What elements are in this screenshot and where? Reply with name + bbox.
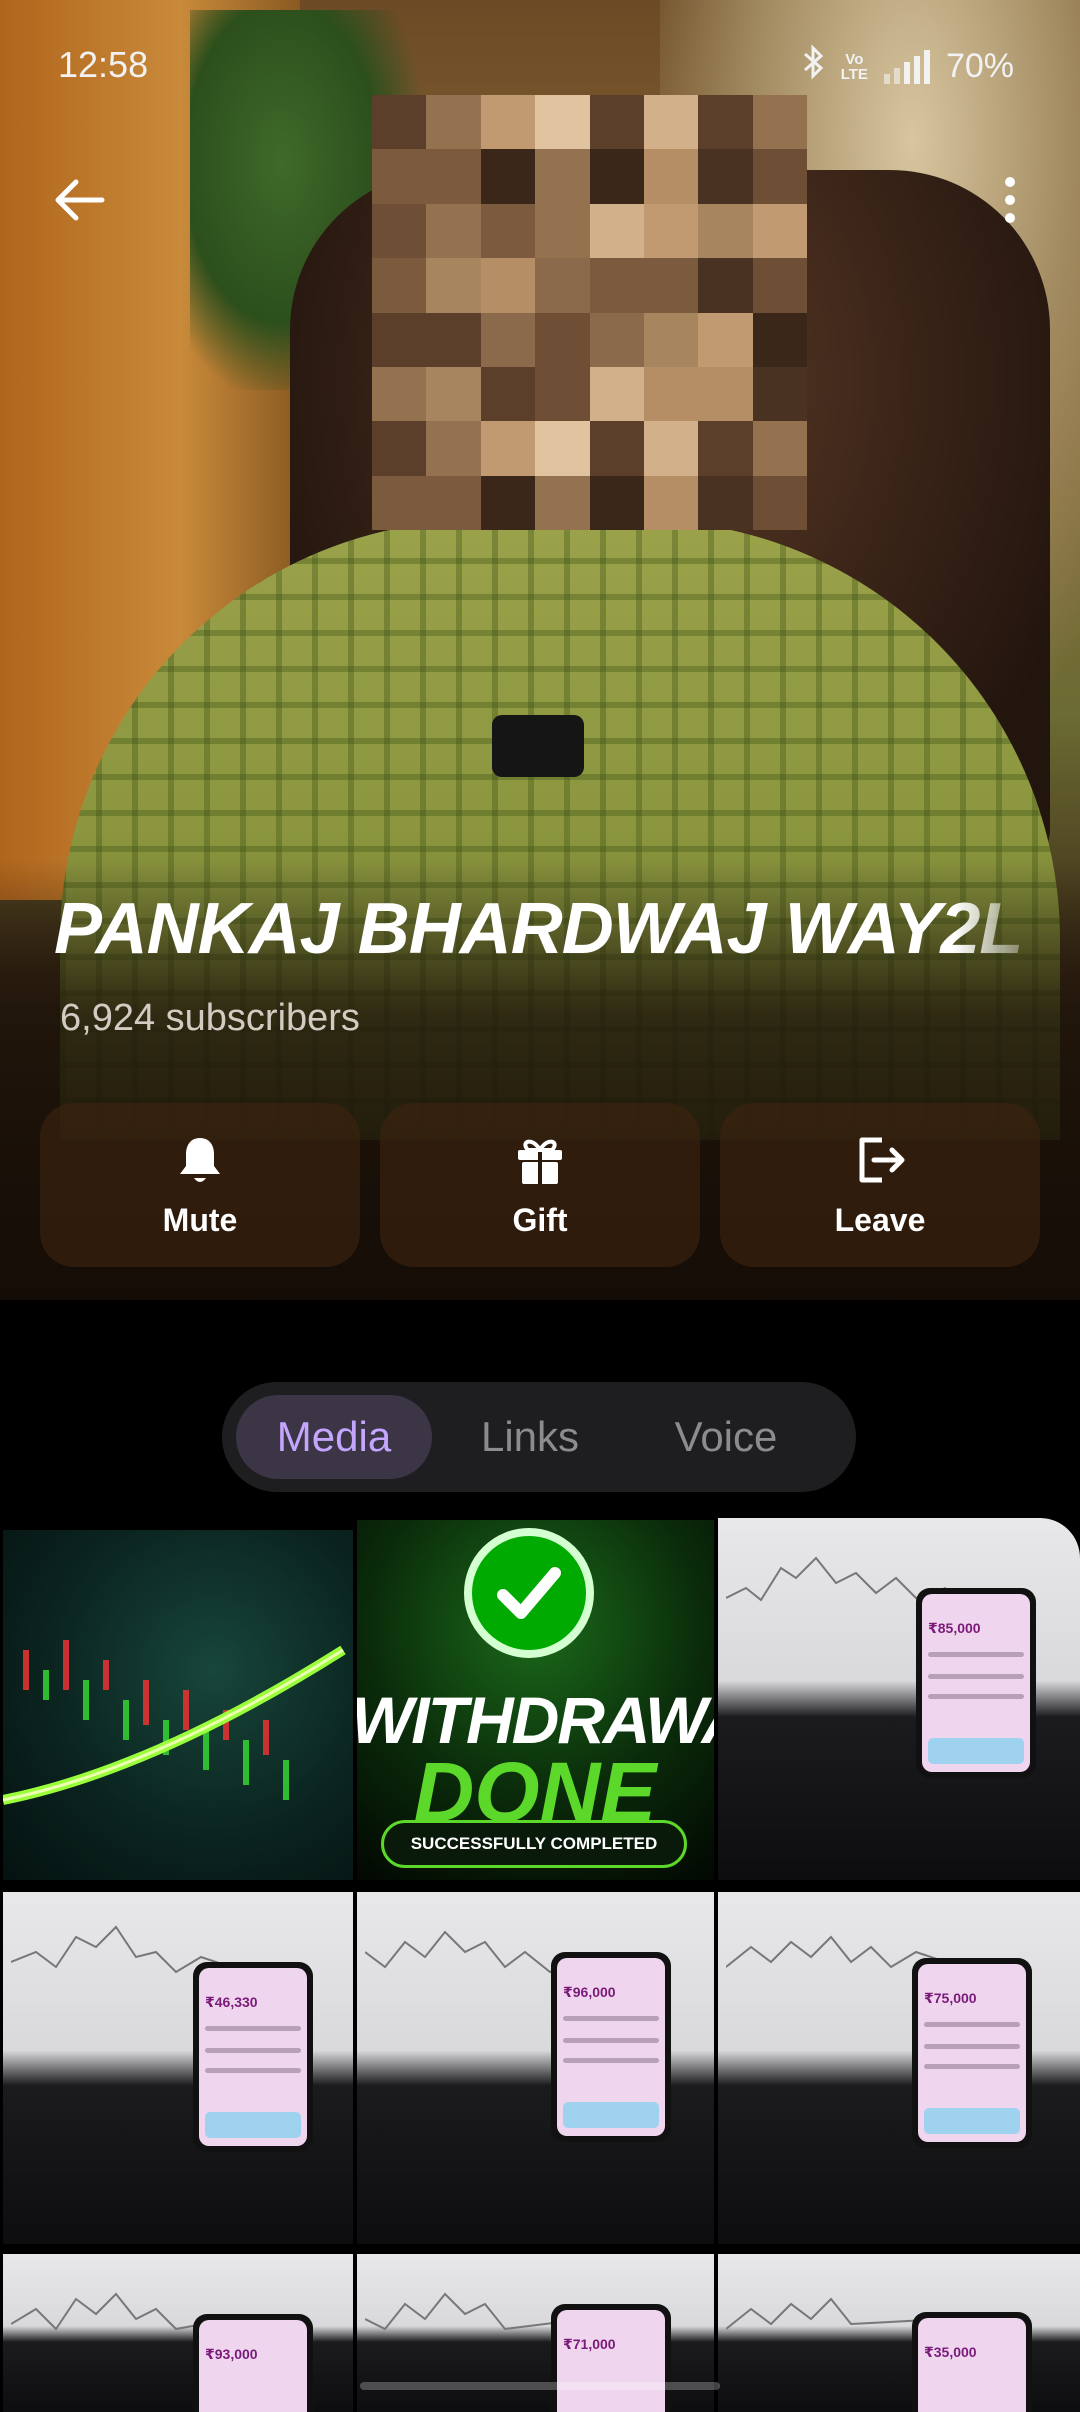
gift-icon [518, 1139, 562, 1184]
scroll-indicator [360, 2382, 720, 2390]
pixelated-face [372, 95, 807, 530]
leave-label: Leave [834, 1201, 926, 1238]
tab-media[interactable]: Media [236, 1395, 432, 1479]
media-thumbnail-chart[interactable] [3, 1530, 353, 1880]
status-icons: Vo LTE 70% [803, 44, 1014, 89]
tab-links[interactable]: Links [432, 1395, 628, 1479]
bell-icon [180, 1137, 220, 1182]
mute-button[interactable]: Mute [40, 1103, 360, 1267]
more-options-button[interactable] [1000, 170, 1050, 240]
arrow-left-icon [55, 179, 105, 221]
action-buttons: Mute Gift Leave [40, 1103, 1040, 1267]
signal-icon [883, 49, 930, 84]
gift-button[interactable]: Gift [380, 1103, 700, 1267]
tab-voice[interactable]: Voice [628, 1395, 824, 1479]
media-thumbnail-withdrawal[interactable]: WITHDRAWAL DONE SUCCESSFULLY COMPLETED [357, 1520, 714, 1880]
leave-button[interactable]: Leave [720, 1103, 1040, 1267]
media-thumbnail-screenshot[interactable]: ₹46,330 [3, 1892, 353, 2244]
bluetooth-icon [803, 44, 825, 89]
lapel-mic [492, 715, 584, 777]
more-vertical-icon [1005, 177, 1015, 223]
subscriber-count: 6,924 subscribers [60, 997, 360, 1039]
media-thumbnail-screenshot[interactable]: ₹75,000 [718, 1892, 1080, 2244]
status-bar: 12:58 Vo LTE 70% [0, 44, 1080, 94]
media-thumbnail-screenshot[interactable]: ₹35,000 [718, 2254, 1080, 2412]
stock-chart-image [3, 1640, 346, 1805]
back-button[interactable] [50, 170, 120, 240]
completed-banner: SUCCESSFULLY COMPLETED [381, 1820, 687, 1868]
status-time: 12:58 [58, 44, 149, 85]
battery-text: 70% [945, 47, 1014, 85]
media-thumbnail-screenshot[interactable]: ₹96,000 [357, 1892, 714, 2244]
leave-icon [859, 1137, 905, 1182]
channel-name: PANKAJ BHARDWAJ WAY2L [54, 889, 1023, 969]
media-thumbnail-screenshot[interactable]: ₹93,000 [3, 2254, 353, 2412]
media-tabs: Media Links Voice [222, 1382, 856, 1492]
gift-label: Gift [512, 1201, 568, 1238]
volte-icon: Vo LTE [840, 50, 868, 83]
media-thumbnail-screenshot[interactable]: ₹85,000 [718, 1518, 1080, 1880]
mute-label: Mute [162, 1201, 238, 1238]
check-icon [464, 1528, 594, 1658]
